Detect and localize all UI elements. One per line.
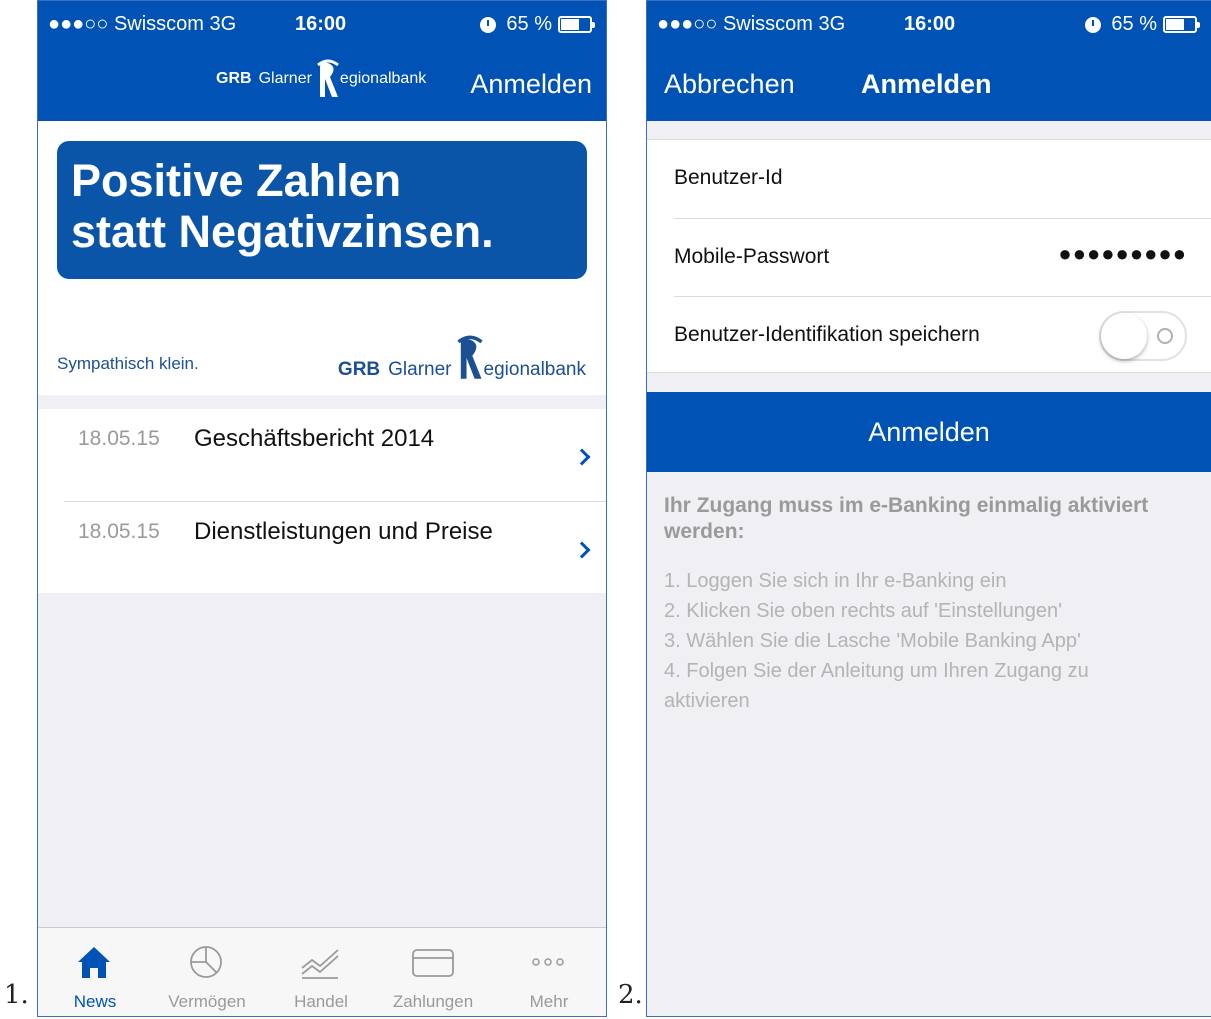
user-id-row[interactable]: Benutzer-Id: [674, 140, 1211, 218]
save-identification-toggle[interactable]: [1099, 311, 1187, 361]
tab-label: Vermögen: [168, 992, 246, 1011]
status-bar: ●●●○○ Swisscom 3G 16:00 65 %: [38, 1, 606, 49]
info-step: 4. Folgen Sie der Anleitung um Ihren Zug…: [664, 660, 1089, 712]
user-id-label: Benutzer-Id: [674, 166, 783, 189]
info-step: 1. Loggen Sie sich in Ihr e-Banking ein: [664, 570, 1007, 592]
news-content: Positive Zahlen statt Negativzinsen. Sym…: [38, 121, 606, 929]
phone-screen-news: ●●●○○ Swisscom 3G 16:00 65 % GRB Glarner…: [37, 0, 607, 1017]
pie-chart-icon: [190, 946, 222, 978]
r-logo-icon: [316, 59, 339, 97]
tab-label: Zahlungen: [392, 992, 474, 1011]
save-identification-label: Benutzer-Identifikation speichern: [674, 323, 980, 346]
alarm-icon: [1085, 16, 1102, 33]
news-item[interactable]: 18.05.15 Geschäftsbericht 2014: [38, 409, 606, 501]
home-icon: [78, 947, 110, 978]
clock-label: 16:00: [295, 13, 347, 35]
news-list: 18.05.15 Geschäftsbericht 2014 18.05.15 …: [38, 409, 606, 593]
promo-banner[interactable]: Positive Zahlen statt Negativzinsen.: [57, 141, 587, 279]
news-title: Geschäftsbericht 2014: [194, 425, 435, 452]
banner-line-2: statt Negativzinsen.: [71, 206, 494, 257]
info-heading: Ihr Zugang muss im e-Banking einmalig ak…: [664, 494, 1149, 543]
tab-label: News: [73, 992, 117, 1011]
logo-glarner: Glarner: [258, 70, 312, 87]
banner-r-logo-icon: [456, 335, 483, 379]
carrier-label: ●●●○○ Swisscom 3G: [657, 13, 846, 35]
page-title: Anmelden: [861, 69, 992, 99]
tab-handel[interactable]: Handel: [266, 928, 376, 1016]
banner-bank-logo: GRB Glarner egionalbank: [338, 335, 586, 381]
login-link[interactable]: Anmelden: [470, 69, 592, 100]
login-form: Benutzer-Id Mobile-Passwort ●●●●●●●●● Be…: [647, 139, 1211, 373]
navigation-bar: Abbrechen Anmelden: [647, 49, 1211, 121]
tab-zahlungen[interactable]: Zahlungen: [378, 928, 488, 1016]
password-row[interactable]: Mobile-Passwort ●●●●●●●●●: [674, 218, 1211, 296]
tab-bar: News Vermögen Handel Zahlungen Mehr: [38, 927, 606, 1016]
banner-logo-grb: GRB: [337, 359, 381, 380]
logo-grb: GRB: [216, 70, 252, 87]
trend-icon: [301, 949, 339, 979]
screenshot-number-1: 1.: [4, 980, 29, 1010]
battery-icon: [1163, 16, 1200, 33]
tab-news[interactable]: News: [40, 928, 150, 1016]
battery-percent: 65 %: [506, 13, 552, 35]
logo-rest: egionalbank: [339, 70, 427, 87]
slogan: Sympathisch klein.: [57, 354, 199, 373]
chevron-right-icon: [573, 448, 591, 466]
chevron-right-icon: [573, 541, 591, 559]
status-right: 65 %: [480, 13, 595, 36]
navigation-bar: GRB Glarner egionalbank Anmelden: [38, 49, 606, 121]
banner-logo-rest: egionalbank: [483, 359, 586, 380]
info-step: 3. Wählen Sie die Lasche 'Mobile Banking…: [664, 630, 1081, 652]
info-step: 2. Klicken Sie oben rechts auf 'Einstell…: [664, 600, 1062, 622]
battery-icon: [558, 16, 595, 33]
password-field[interactable]: ●●●●●●●●●: [1058, 241, 1187, 267]
news-date: 18.05.15: [78, 427, 160, 450]
tab-label: Handel: [294, 992, 348, 1011]
status-bar: ●●●○○ Swisscom 3G 16:00 65 %: [647, 1, 1211, 49]
login-button[interactable]: Anmelden: [647, 392, 1211, 472]
info-steps: 1. Loggen Sie sich in Ihr e-Banking ein …: [664, 566, 1171, 716]
card-icon: [412, 949, 454, 977]
news-date: 18.05.15: [78, 520, 160, 543]
tab-mehr[interactable]: Mehr: [494, 928, 604, 1016]
tab-vermoegen[interactable]: Vermögen: [152, 928, 262, 1016]
more-icon: [532, 958, 564, 966]
clock-label: 16:00: [904, 13, 956, 35]
banner-area[interactable]: Positive Zahlen statt Negativzinsen. Sym…: [38, 121, 606, 395]
phone-screen-login: ●●●○○ Swisscom 3G 16:00 65 % Abbrechen A…: [646, 0, 1211, 1017]
status-right: 65 %: [1085, 13, 1200, 36]
password-label: Mobile-Passwort: [674, 245, 830, 268]
screenshot-number-2: 2.: [618, 980, 643, 1010]
carrier-label: ●●●○○ Swisscom 3G: [48, 13, 237, 35]
battery-percent: 65 %: [1111, 13, 1157, 35]
banner-logo-glarner: Glarner: [388, 359, 452, 380]
alarm-icon: [480, 16, 497, 33]
toggle-knob: [1101, 313, 1147, 359]
news-title: Dienstleistungen und Preise: [194, 518, 493, 545]
save-identification-row: Benutzer-Identifikation speichern: [674, 296, 1211, 374]
toggle-off-icon: [1157, 328, 1173, 344]
tab-label: Mehr: [529, 992, 569, 1011]
banner-line-1: Positive Zahlen: [71, 155, 402, 206]
cancel-button[interactable]: Abbrechen: [664, 69, 795, 100]
bank-logo: GRB Glarner egionalbank: [216, 59, 426, 99]
news-item[interactable]: 18.05.15 Dienstleistungen und Preise: [64, 501, 606, 593]
